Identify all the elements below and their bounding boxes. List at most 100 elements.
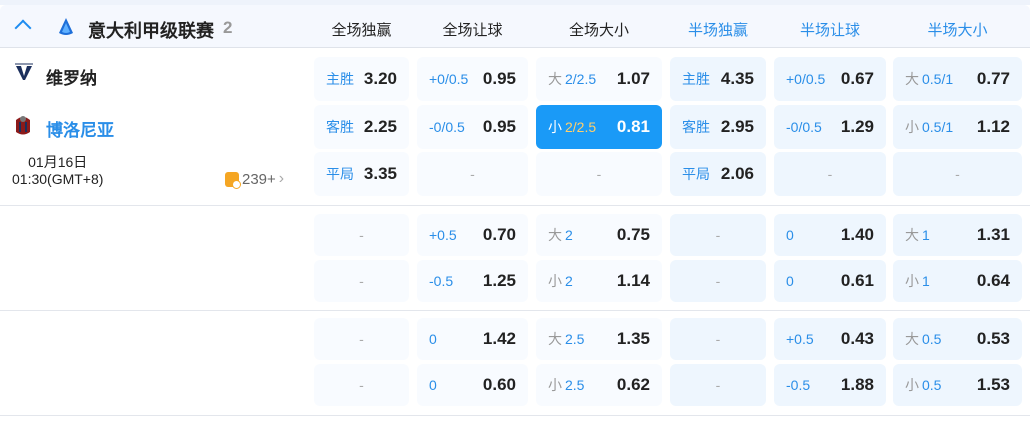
- bologna-crest-icon: [16, 116, 30, 135]
- odds-line: 2: [565, 227, 573, 243]
- odds-label: 主胜: [326, 69, 354, 89]
- odds-cell[interactable]: 小 0.5 1.53: [893, 364, 1022, 406]
- odds-cell[interactable]: +0/0.5 0.95: [417, 57, 528, 101]
- home-team[interactable]: 维罗纳: [46, 64, 97, 89]
- odds-label: 大2: [548, 225, 573, 245]
- odds-cell[interactable]: 0 0.60: [417, 364, 528, 406]
- away-team[interactable]: 博洛尼亚: [46, 116, 114, 141]
- odds-cell[interactable]: 客胜 2.25: [314, 105, 409, 149]
- chevron-up-icon[interactable]: [14, 19, 32, 37]
- odds-cell[interactable]: 客胜 2.95: [670, 105, 766, 149]
- odds-line: 2/2.5: [565, 71, 597, 87]
- odds-line: 客胜: [682, 119, 710, 135]
- odds-cell[interactable]: +0.5 0.43: [774, 318, 886, 360]
- odds-value: 0.95: [482, 69, 516, 88]
- odds-label: 主胜: [682, 69, 710, 89]
- odds-line: 2.5: [565, 377, 585, 393]
- odds-cell-empty: -: [670, 364, 766, 406]
- odds-cell[interactable]: 大 2/2.5 1.07: [536, 57, 662, 101]
- odds-label: +0.5: [429, 227, 457, 243]
- odds-cell[interactable]: +0.5 0.70: [417, 214, 528, 256]
- odds-label: 小 0.5: [905, 375, 941, 395]
- odds-label: 大 2.5: [548, 329, 584, 349]
- odds-cell[interactable]: 小 0.5/1 1.12: [893, 105, 1022, 149]
- odds-value: 4.35: [720, 69, 754, 88]
- column-header: 全场独赢: [331, 22, 392, 39]
- column-header: 半场大小: [927, 22, 988, 39]
- odds-cell[interactable]: 小 2/2.5 0.81: [536, 105, 662, 149]
- odds-cell[interactable]: 0 1.42: [417, 318, 528, 360]
- odds-cell[interactable]: 小 1 0.64: [893, 260, 1022, 302]
- odds-line: -0/0.5: [786, 119, 822, 135]
- odds-value: 0.61: [840, 271, 874, 290]
- odds-cell[interactable]: -0/0.5 1.29: [774, 105, 886, 149]
- divider: [0, 415, 1030, 416]
- odds-line: +0.5: [429, 227, 457, 243]
- odds-cell[interactable]: +0/0.5 0.67: [774, 57, 886, 101]
- odds-value: 1.42: [482, 329, 516, 348]
- chevron-right-icon: ›: [278, 170, 285, 187]
- odds-line: 0.5: [922, 331, 942, 347]
- league-header[interactable]: 意大利甲级联赛 2 全场独赢 全场让球 全场大小 半场独赢 半场让球 半场大小: [0, 5, 1030, 48]
- kickoff-date: 01月16日: [28, 154, 88, 170]
- odds-cell[interactable]: -0.5 1.88: [774, 364, 886, 406]
- kickoff-clock: 01:30(GMT+8): [12, 171, 104, 187]
- kickoff-time: 01月16日 01:30(GMT+8): [12, 154, 103, 188]
- odds-label: 大 0.5: [905, 329, 941, 349]
- odds-cell[interactable]: 大 1 1.31: [893, 214, 1022, 256]
- match-count: 2: [223, 18, 233, 37]
- odds-cell[interactable]: 主胜 3.20: [314, 57, 409, 101]
- odds-label: 大1: [905, 225, 930, 245]
- odds-line: 1: [922, 227, 930, 243]
- odds-cell-empty: -: [774, 152, 886, 196]
- serie-a-logo-icon: [59, 18, 73, 35]
- odds-cell[interactable]: 小 2 1.14: [536, 260, 662, 302]
- odds-cell[interactable]: 大 2.5 1.35: [536, 318, 662, 360]
- odds-cell[interactable]: 大 2 0.75: [536, 214, 662, 256]
- odds-label: 0: [786, 273, 794, 289]
- odds-cell[interactable]: 0 1.40: [774, 214, 886, 256]
- odds-cell[interactable]: 平局 2.06: [670, 152, 766, 196]
- more-markets-button[interactable]: 239+ ›: [225, 170, 285, 189]
- over-under-prefix: 大: [548, 71, 562, 87]
- odds-value: 1.35: [616, 329, 650, 348]
- odds-line: 0.5/1: [922, 119, 954, 135]
- odds-value: 0.77: [976, 69, 1010, 88]
- odds-value: 1.31: [976, 225, 1010, 244]
- odds-cell[interactable]: 平局 3.35: [314, 152, 409, 196]
- odds-label: 客胜: [326, 117, 354, 137]
- odds-line: 平局: [682, 166, 710, 182]
- odds-value: 2.95: [720, 117, 754, 136]
- divider: [0, 310, 1030, 311]
- over-under-prefix: 小: [548, 119, 562, 135]
- odds-line: 平局: [326, 166, 354, 182]
- odds-line: 0: [786, 227, 794, 243]
- column-header: 全场大小: [568, 22, 629, 39]
- odds-value: 0.60: [482, 375, 516, 394]
- odds-cell[interactable]: 大 0.5 0.53: [893, 318, 1022, 360]
- odds-label: 小 2/2.5: [548, 117, 596, 137]
- odds-cell[interactable]: -0.5 1.25: [417, 260, 528, 302]
- odds-label: 平局: [682, 164, 710, 184]
- odds-line: +0/0.5: [429, 71, 469, 87]
- odds-value: 0.75: [616, 225, 650, 244]
- odds-cell-empty: -: [670, 214, 766, 256]
- odds-cell[interactable]: -0/0.5 0.95: [417, 105, 528, 149]
- odds-cell[interactable]: 大 0.5/1 0.77: [893, 57, 1022, 101]
- column-header: 全场让球: [442, 22, 503, 39]
- odds-value: 1.88: [840, 375, 874, 394]
- odds-cell-empty: -: [314, 214, 409, 256]
- odds-line: 2: [565, 273, 573, 289]
- over-under-prefix: 小: [905, 273, 919, 289]
- odds-cell[interactable]: 小 2.5 0.62: [536, 364, 662, 406]
- odds-cell-empty: -: [670, 260, 766, 302]
- odds-value: 1.40: [840, 225, 874, 244]
- verona-crest-icon: [15, 63, 33, 80]
- odds-value: 3.35: [363, 164, 397, 183]
- odds-cell[interactable]: 0 0.61: [774, 260, 886, 302]
- odds-value: 0.81: [616, 117, 650, 136]
- odds-value: 1.07: [616, 69, 650, 88]
- odds-label: 大 0.5/1: [905, 69, 953, 89]
- over-under-prefix: 大: [548, 331, 562, 347]
- odds-cell[interactable]: 主胜 4.35: [670, 57, 766, 101]
